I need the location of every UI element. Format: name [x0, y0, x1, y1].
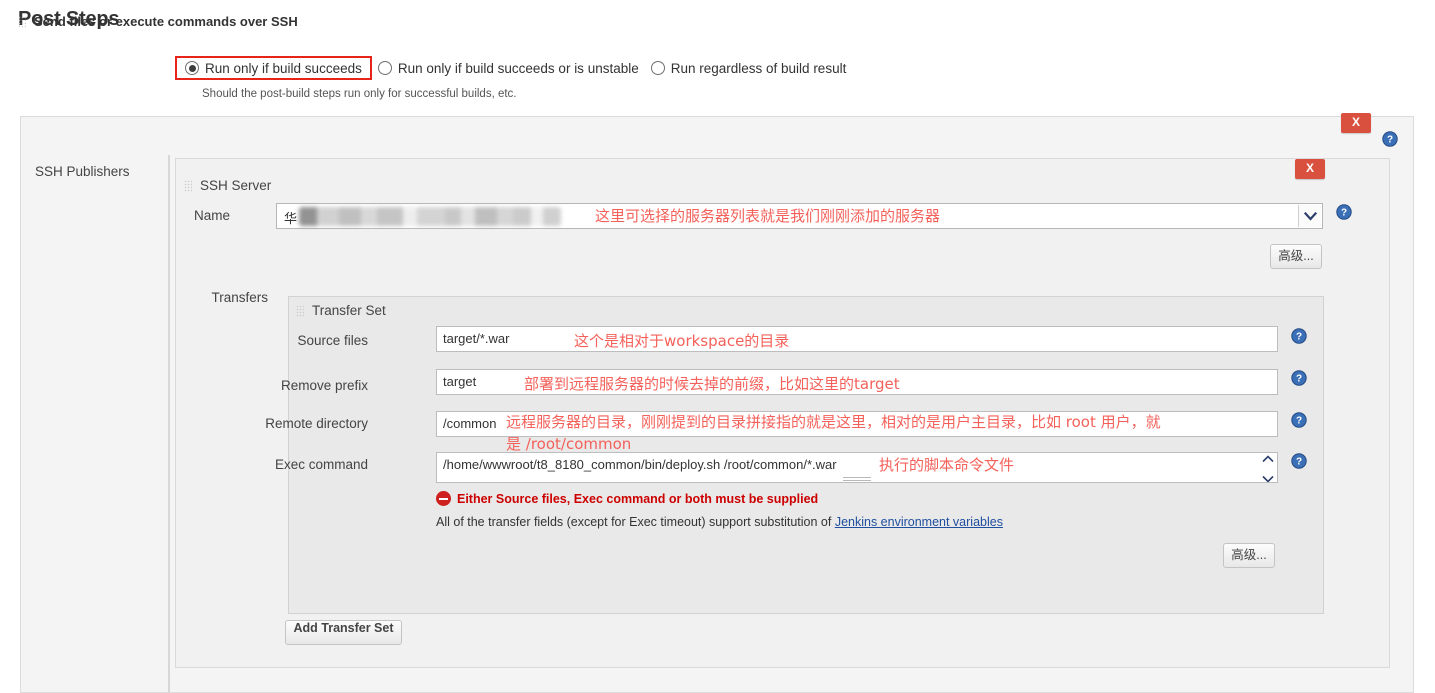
- jenkins-environment-variables-link[interactable]: Jenkins environment variables: [835, 515, 1003, 529]
- transfer-set-advanced-button[interactable]: 高级...: [1223, 543, 1275, 568]
- transfers-label: Transfers: [211, 290, 268, 305]
- radio-option-run-only-if-build-succeeds-or-is-unstable[interactable]: Run only if build succeeds or is unstabl…: [372, 56, 645, 80]
- ssh-server-name-select[interactable]: 华: [276, 203, 1323, 229]
- exec-command-value: /home/wwwroot/t8_8180_common/bin/deploy.…: [443, 457, 837, 472]
- chevron-down-icon[interactable]: [1298, 205, 1321, 227]
- radio-label: Run only if build succeeds: [205, 60, 362, 76]
- add-transfer-set-button[interactable]: Add Transfer Set: [285, 620, 402, 645]
- svg-text:?: ?: [1387, 135, 1393, 146]
- remote-directory-label: Remote directory: [265, 416, 368, 431]
- drag-handle-icon[interactable]: [296, 305, 304, 317]
- source-files-input[interactable]: target/*.war: [436, 326, 1278, 352]
- help-icon-publisher[interactable]: ?: [1382, 131, 1398, 147]
- remove-prefix-label: Remove prefix: [280, 378, 368, 393]
- exec-command-textarea[interactable]: /home/wwwroot/t8_8180_common/bin/deploy.…: [436, 452, 1278, 483]
- remote-directory-input[interactable]: /common: [436, 411, 1278, 437]
- help-icon-source-files[interactable]: ?: [1291, 328, 1307, 344]
- svg-text:?: ?: [1296, 416, 1302, 427]
- radio-option-run-regardless-of-build-result[interactable]: Run regardless of build result: [645, 56, 853, 80]
- validation-error-message: Either Source files, Exec command or bot…: [436, 491, 818, 506]
- drag-handle-icon[interactable]: [184, 180, 192, 192]
- error-icon: [436, 491, 451, 506]
- ssh-publishers-label: SSH Publishers: [35, 164, 130, 179]
- transfer-set-title: Transfer Set: [296, 303, 386, 318]
- validation-error-text: Either Source files, Exec command or bot…: [457, 491, 819, 506]
- textarea-resize-handle[interactable]: [843, 477, 871, 481]
- post-steps-page: Post Steps Run only if build succeeds Ru…: [0, 0, 1435, 693]
- redacted-name-overlay: [299, 207, 561, 226]
- svg-text:?: ?: [1296, 374, 1302, 385]
- transfer-fields-note: All of the transfer fields (except for E…: [436, 515, 1003, 529]
- note-prefix-text: All of the transfer fields (except for E…: [436, 515, 835, 529]
- help-icon-remote-directory[interactable]: ?: [1291, 412, 1307, 428]
- ssh-server-name-value: 华: [284, 211, 298, 226]
- transfer-set-title-text: Transfer Set: [312, 303, 386, 318]
- svg-text:?: ?: [1341, 208, 1347, 219]
- source-files-label: Source files: [297, 333, 368, 348]
- radio-label: Run only if build succeeds or is unstabl…: [397, 60, 639, 76]
- radio-label: Run regardless of build result: [670, 60, 847, 76]
- build-trigger-radio-group: Run only if build succeeds Run only if b…: [175, 56, 852, 80]
- name-label: Name: [193, 208, 230, 223]
- ssh-server-title: SSH Server: [184, 178, 271, 193]
- radio-mark-icon: [185, 61, 199, 75]
- help-icon-remove-prefix[interactable]: ?: [1291, 370, 1307, 386]
- exec-command-label: Exec command: [274, 457, 368, 472]
- radio-mark-icon: [650, 61, 665, 75]
- drag-handle-icon[interactable]: [18, 16, 26, 28]
- radio-option-run-only-if-build-succeeds[interactable]: Run only if build succeeds: [175, 56, 372, 80]
- remove-prefix-input[interactable]: target: [436, 369, 1278, 395]
- ssh-server-advanced-button[interactable]: 高级...: [1270, 244, 1322, 269]
- panel-divider: [168, 155, 170, 693]
- help-icon-name[interactable]: ?: [1336, 204, 1352, 220]
- build-trigger-help-text: Should the post-build steps run only for…: [202, 88, 517, 100]
- radio-mark-icon: [377, 61, 392, 75]
- ssh-publisher-panel-title: Send files or execute commands over SSH: [18, 14, 298, 29]
- ssh-server-title-text: SSH Server: [200, 178, 272, 193]
- svg-text:?: ?: [1296, 332, 1302, 343]
- help-icon-exec-command[interactable]: ?: [1291, 453, 1307, 469]
- delete-ssh-server-button[interactable]: X: [1295, 159, 1325, 179]
- stepper-arrows-icon[interactable]: [1261, 455, 1275, 482]
- ssh-publisher-panel-title-text: Send files or execute commands over SSH: [34, 14, 298, 29]
- svg-text:?: ?: [1296, 457, 1302, 468]
- delete-publisher-button[interactable]: X: [1341, 113, 1371, 133]
